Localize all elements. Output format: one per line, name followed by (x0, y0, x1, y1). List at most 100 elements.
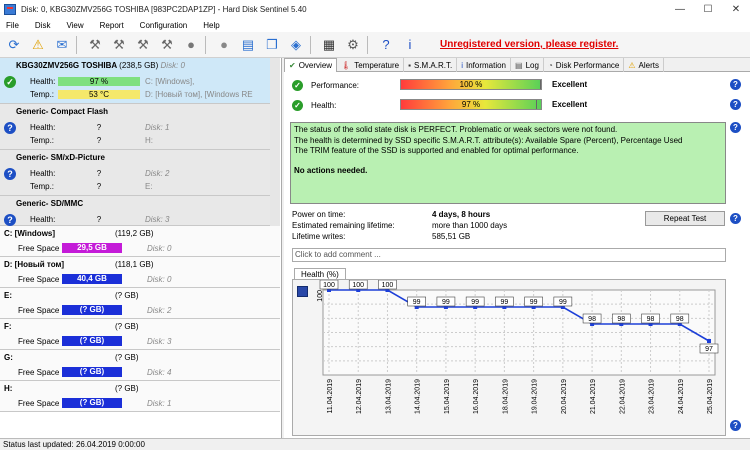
performance-bar: 100 % (400, 79, 542, 90)
rock-icon[interactable]: ● (181, 35, 201, 55)
tab-disk-performance[interactable]: ◔ Disk Performance (544, 58, 625, 72)
minimize-button[interactable]: — (666, 0, 694, 18)
info-icon[interactable]: i (400, 35, 420, 55)
free-space-bar: 29,5 GB (62, 243, 122, 253)
volume-disk: Disk: 1 (147, 399, 172, 408)
disk-item-2[interactable]: Generic- SM/xD-Picture ? Health: ? Temp.… (0, 150, 280, 196)
repeat-test-button[interactable]: Repeat Test (645, 211, 725, 226)
disk-name: Generic- Compact Flash (16, 107, 109, 116)
info-icon: i (461, 60, 463, 70)
volume-item[interactable]: F: (? GB) Free Space (? GB) Disk: 3 (0, 319, 280, 350)
drill-plus-icon[interactable]: ⚒ (133, 35, 153, 55)
menu-disk[interactable]: Disk (35, 21, 51, 30)
no-actions-text: No actions needed. (294, 165, 368, 175)
data-label: 98 (617, 316, 625, 323)
health-value: ? (96, 169, 102, 178)
monitor-icon[interactable]: ▦ (319, 35, 339, 55)
unregistered-link[interactable]: Unregistered version, please register. (440, 39, 618, 50)
partition-list: D: [Новый том], [Windows RE (145, 90, 253, 99)
lifetime-label: Estimated remaining lifetime: (292, 221, 395, 230)
volume-capacity: (? GB) (115, 353, 139, 362)
toolbar-separator (76, 35, 77, 54)
volume-capacity: (118,1 GB) (115, 260, 154, 269)
disk-header: KBG30ZMV256G TOSHIBA (238,5 GB) Disk: 0 (16, 61, 185, 70)
free-space-label: Free Space (18, 306, 60, 315)
volume-item[interactable]: G: (? GB) Free Space (? GB) Disk: 4 (0, 350, 280, 381)
menu-help[interactable]: Help (203, 21, 219, 30)
volume-disk: Disk: 3 (147, 337, 172, 346)
free-space-label: Free Space (18, 275, 60, 284)
tab-temperature[interactable]: 🌡 Temperature (337, 58, 405, 72)
menu-report[interactable]: Report (100, 21, 124, 30)
tab-overview[interactable]: ✔ Overview (284, 58, 338, 72)
help-icon[interactable]: ? (730, 99, 741, 110)
alert-icon[interactable]: ⚠ (28, 35, 48, 55)
tab-label: Information (465, 60, 507, 70)
partition-list: E: (145, 182, 153, 191)
menu-view[interactable]: View (66, 21, 83, 30)
volume-item[interactable]: H: (? GB) Free Space (? GB) Disk: 1 (0, 381, 280, 412)
tab-label: Disk Performance (555, 60, 620, 70)
volume-item[interactable]: C: [Windows] (119,2 GB) Free Space 29,5 GB D… (0, 226, 280, 257)
tab-smart[interactable]: ▪ S.M.A.R.T. (404, 58, 458, 72)
tab-alerts[interactable]: ⚠ Alerts (624, 58, 664, 72)
settings-icon[interactable]: ⚙ (343, 35, 363, 55)
mail-icon[interactable]: ✉ (52, 35, 72, 55)
circle-icon[interactable]: ● (214, 35, 234, 55)
free-space-bar: 40,4 GB (62, 274, 122, 284)
drill-check-icon[interactable]: ⚒ (109, 35, 129, 55)
volume-capacity: (? GB) (115, 384, 139, 393)
lifetime-value: more than 1000 days (432, 221, 508, 230)
disk-item-3[interactable]: Generic- SD/MMC ? Health: ? Disk: 3 (0, 196, 280, 226)
check-icon: ✓ (292, 99, 303, 111)
tab-bar: ✔ Overview 🌡 Temperature ▪ S.M.A.R.T. i Info… (284, 58, 750, 72)
save-icon[interactable] (297, 286, 308, 297)
health-value: ? (96, 215, 102, 224)
status-line: The health is determined by SSD specific… (294, 135, 683, 145)
disk-size: (238,5 GB) (119, 61, 159, 70)
performance-label: Performance: (311, 80, 360, 90)
health-value: 97 % (58, 77, 140, 86)
status-bar: Status last updated: 26.04.2019 0:00:00 (0, 438, 750, 450)
disk-item-0[interactable]: KBG30ZMV256G TOSHIBA (238,5 GB) Disk: 0 … (0, 58, 280, 104)
data-label: 99 (530, 299, 538, 306)
refresh-icon[interactable]: ⟳ (4, 35, 24, 55)
help-icon[interactable]: ? (730, 79, 741, 90)
help-icon[interactable]: ? (376, 35, 396, 55)
volume-item[interactable]: E: (? GB) Free Space (? GB) Disk: 2 (0, 288, 280, 319)
temp-label: Temp.: (30, 182, 55, 191)
performance-rating: Excellent (552, 80, 588, 89)
help-icon[interactable]: ? (730, 213, 741, 224)
toolbar-separator (367, 35, 368, 54)
ok-status-icon: ✓ (4, 76, 16, 88)
disk-list-panel: KBG30ZMV256G TOSHIBA (238,5 GB) Disk: 0 … (0, 58, 282, 438)
app-icon (4, 3, 16, 15)
health-value: ? (96, 123, 102, 132)
help-icon[interactable]: ? (730, 420, 741, 431)
status-line: The status of the solid state disk is PE… (294, 125, 618, 134)
tab-log[interactable]: ▤ Log (511, 58, 544, 72)
data-label: 99 (413, 299, 421, 306)
tab-information[interactable]: i Information (457, 58, 512, 72)
drill-minus-icon[interactable]: ⚒ (157, 35, 177, 55)
x-tick-label: 12.04.2019 (356, 379, 363, 414)
drill-icon[interactable]: ⚒ (85, 35, 105, 55)
network-icon[interactable]: ◈ (286, 35, 306, 55)
disk-item-1[interactable]: Generic- Compact Flash ? Health: ? Temp.… (0, 104, 280, 150)
help-icon[interactable]: ? (730, 122, 741, 133)
report-icon[interactable]: ▤ (238, 35, 258, 55)
main-panel: ✔ Overview 🌡 Temperature ▪ S.M.A.R.T. i Info… (284, 58, 750, 438)
volume-item[interactable]: D: [Новый том] (118,1 GB) Free Space 40,4 G… (0, 257, 280, 288)
disk-list-scrollbar[interactable] (270, 58, 280, 226)
volume-name: H: (4, 384, 13, 393)
partition-list: H: (145, 136, 153, 145)
menu-file[interactable]: File (6, 21, 19, 30)
comment-field[interactable]: Click to add comment ... (292, 248, 726, 262)
copy-icon[interactable]: ❐ (262, 35, 282, 55)
free-space-label: Free Space (18, 368, 60, 377)
health-label: Health: (30, 215, 56, 224)
disk-number: Disk: 1 (145, 123, 170, 132)
maximize-button[interactable]: ☐ (694, 0, 722, 18)
close-button[interactable]: ✕ (722, 0, 750, 18)
menu-configuration[interactable]: Configuration (140, 21, 188, 30)
